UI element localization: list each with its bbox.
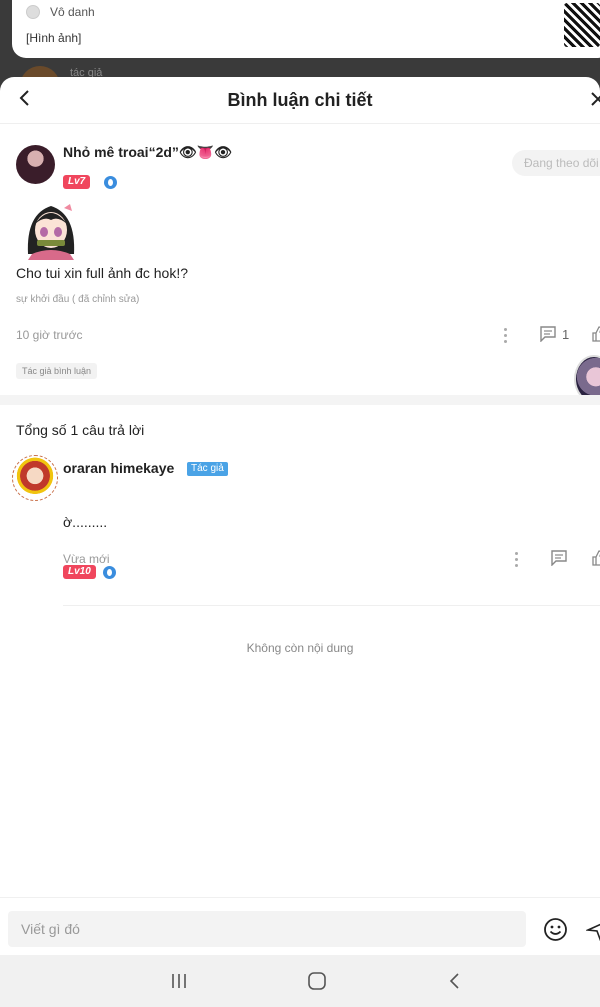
background-author-name: Vô danh bbox=[50, 5, 95, 19]
verified-icon bbox=[103, 566, 116, 579]
author-tag: Tác giả bbox=[187, 462, 228, 476]
home-icon[interactable] bbox=[306, 970, 328, 992]
background-image-label: [Hình ảnh] bbox=[26, 31, 82, 45]
system-nav-bar bbox=[0, 955, 600, 1007]
no-more-content: Không còn nội dung bbox=[246, 641, 354, 655]
thumbs-up-icon[interactable] bbox=[591, 550, 600, 566]
section-divider bbox=[0, 395, 600, 405]
more-vertical-icon[interactable] bbox=[515, 552, 519, 568]
background-author: Vô danh bbox=[26, 5, 95, 19]
sticker-image bbox=[27, 204, 75, 260]
reply-text: ờ......... bbox=[63, 514, 108, 530]
anonymous-avatar-icon bbox=[26, 5, 40, 19]
close-icon[interactable] bbox=[588, 89, 600, 109]
replies-heading: Tổng số 1 câu trả lời bbox=[16, 422, 145, 438]
avatar[interactable] bbox=[16, 145, 55, 184]
comment-detail-sheet: Bình luận chi tiết Nhỏ mê troai“2d”👁👅👁 L… bbox=[0, 77, 600, 1007]
more-vertical-icon[interactable] bbox=[504, 328, 508, 344]
background-card: Vô danh [Hình ảnh] bbox=[12, 0, 600, 58]
reply-time: Vừa mới bbox=[63, 552, 110, 566]
reply-username[interactable]: oraran himekaye bbox=[63, 460, 174, 476]
back-nav-icon[interactable] bbox=[444, 970, 466, 992]
level-badge: Lv10 bbox=[63, 565, 96, 579]
comment-icon[interactable] bbox=[550, 550, 568, 566]
edited-note: sự khởi đầu ( đã chỉnh sửa) bbox=[16, 294, 140, 305]
smiley-icon[interactable] bbox=[543, 917, 568, 942]
comment-input[interactable] bbox=[8, 911, 526, 947]
level-badge: Lv7 bbox=[63, 175, 91, 189]
thumbs-up-icon[interactable] bbox=[591, 326, 600, 342]
page-title: Bình luận chi tiết bbox=[227, 90, 373, 110]
comment-input-bar bbox=[0, 897, 600, 955]
recent-apps-icon[interactable] bbox=[168, 970, 190, 992]
sheet-header: Bình luận chi tiết bbox=[0, 77, 600, 124]
background-thumbnail bbox=[564, 3, 600, 47]
comment-time: 10 giờ trước bbox=[16, 328, 83, 342]
comment-icon[interactable] bbox=[539, 326, 557, 342]
reply-count: 1 bbox=[562, 327, 570, 342]
avatar[interactable] bbox=[12, 455, 58, 501]
send-icon[interactable] bbox=[586, 919, 600, 941]
verified-icon bbox=[104, 176, 117, 189]
author-commented-tag: Tác giả bình luận bbox=[16, 363, 98, 379]
comment-username[interactable]: Nhỏ mê troai“2d”👁👅👁 bbox=[63, 144, 232, 161]
comment-text: Cho tui xin full ảnh đc hok!? bbox=[16, 265, 188, 281]
reply-divider bbox=[63, 605, 600, 606]
follow-button[interactable]: Đang theo dõi bbox=[512, 150, 600, 176]
